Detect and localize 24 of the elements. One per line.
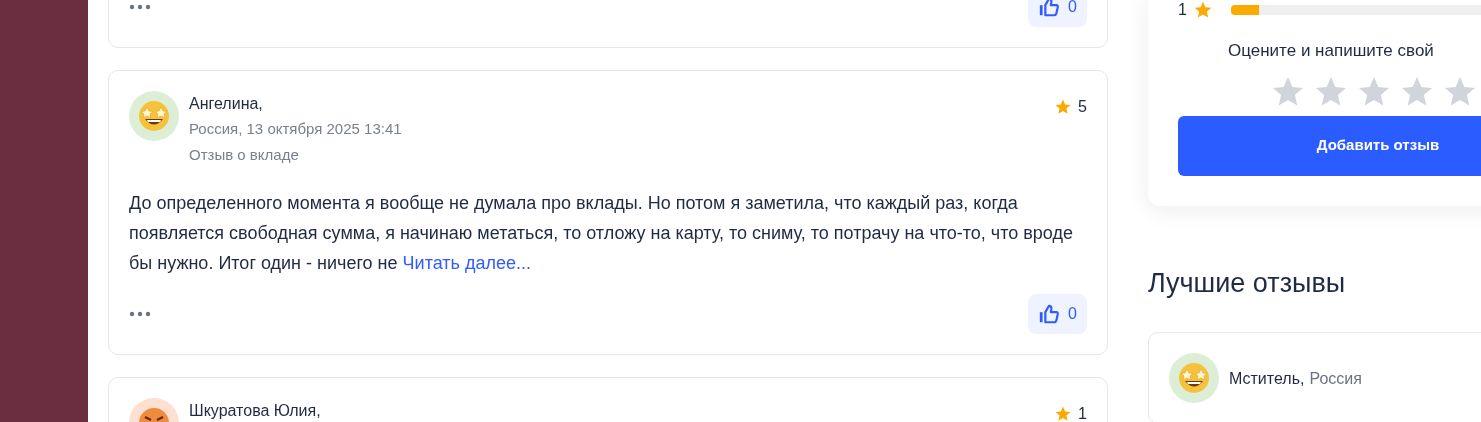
more-icon[interactable] xyxy=(129,4,151,10)
like-button[interactable]: 0 xyxy=(1028,294,1087,334)
author-country: Россия xyxy=(1309,368,1362,389)
emoji-icon xyxy=(137,99,171,133)
read-more-link[interactable]: Читать далее... xyxy=(402,253,531,273)
rating-prompt: Оцените и напишите свой xyxy=(1228,40,1435,62)
review-meta: Россия, 13 октября 2025 13:41 xyxy=(189,119,403,139)
like-button[interactable]: 0 xyxy=(1028,0,1087,27)
more-icon[interactable] xyxy=(129,311,151,317)
review-subject: Отзыв о вкладе xyxy=(189,145,300,165)
add-review-button[interactable]: Добавить отзыв xyxy=(1178,115,1481,176)
author-name: Мститель, xyxy=(1229,368,1305,389)
star-icon xyxy=(1054,98,1073,116)
rating-label: 1 xyxy=(1178,0,1187,20)
author-name: Шкуратова Юлия, xyxy=(189,401,322,421)
rating-value: 5 xyxy=(1078,97,1087,117)
thumbs-up-icon xyxy=(1038,303,1061,325)
emoji-icon xyxy=(1177,360,1211,395)
thumbs-up-icon xyxy=(1038,0,1061,18)
author-name: Ангелина, xyxy=(189,94,264,114)
rating-value: 1 xyxy=(1078,404,1087,422)
section-title: Лучшие отзывы xyxy=(1148,266,1347,300)
review-text: До определенного момента я вообще не думала про вклады. Но потом я заметила, что каждый раз, когда появляется свободная сумма, я начинаю метаться, то отложу на карту, то сниму, то потрачу на что-то, что вроде бы нужно. Итог один - ничего не Читать далее... xyxy=(129,192,1074,275)
star-icon xyxy=(1054,405,1073,422)
